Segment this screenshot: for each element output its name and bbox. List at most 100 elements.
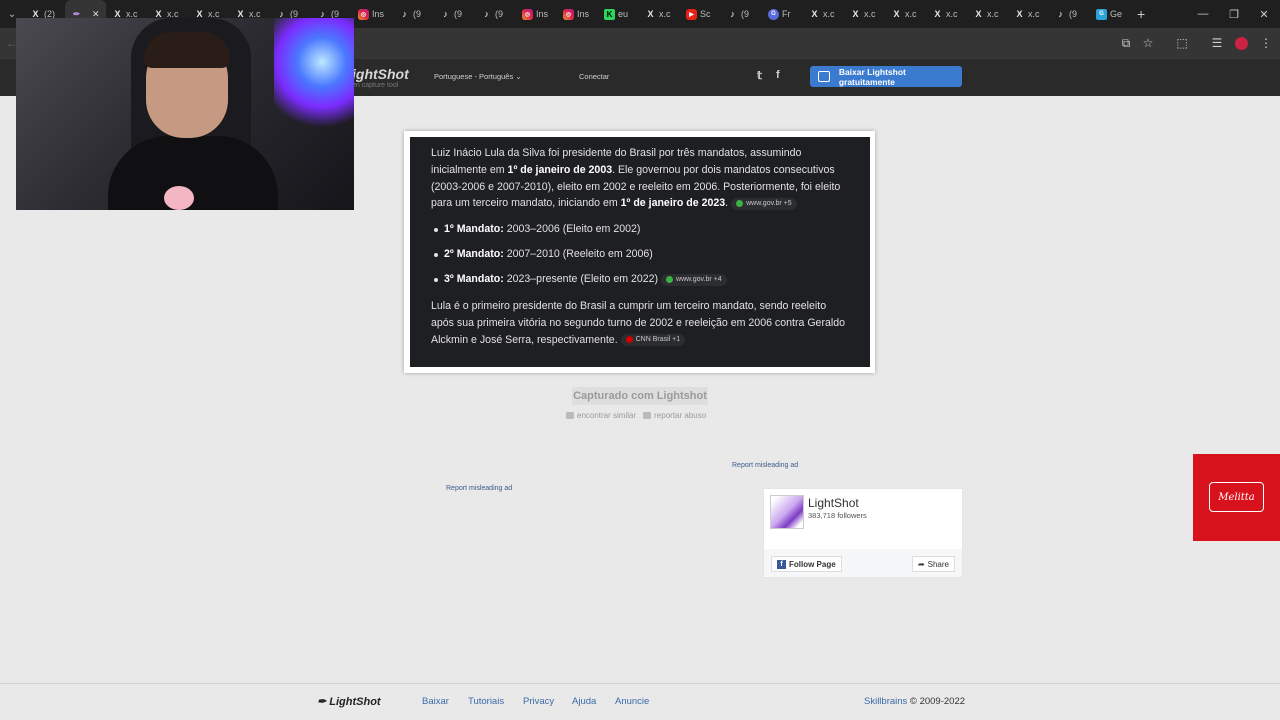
source-chip-label: www.gov.br +5 [746, 199, 792, 207]
report-ad-link[interactable]: Report misleading ad [732, 462, 798, 469]
card-paragraph-1: Luiz Inácio Lula da Silva foi presidente… [431, 145, 850, 212]
footer-logo[interactable]: ✒ LightShot [317, 695, 381, 708]
google-icon: G [768, 8, 779, 20]
follow-page-button[interactable]: f Follow Page [771, 556, 842, 572]
share-button[interactable]: ➦ Share [911, 556, 955, 572]
browser-tab[interactable]: Xx.c [967, 0, 1008, 28]
browser-tab[interactable]: G Ge [1090, 0, 1131, 28]
browser-tab[interactable]: ◎ Ins [557, 0, 598, 28]
footer-divider [0, 683, 1280, 684]
kick-icon: K [604, 8, 615, 20]
browser-tab[interactable]: G Fr [762, 0, 803, 28]
footer-link-anuncie[interactable]: Anuncie [615, 696, 649, 707]
item-bold: 2º Mandato: [444, 248, 504, 261]
lightshot-page-avatar[interactable] [770, 495, 804, 529]
tab-label: (9 [741, 9, 750, 19]
language-select[interactable]: Portuguese - Português ⌄ [434, 72, 522, 81]
image-actions: encontrar similar reportar abuso [566, 411, 706, 420]
source-chip[interactable]: www.gov.br +4 [661, 273, 727, 286]
tab-label: (9 [1069, 9, 1078, 19]
browser-tab[interactable]: Keu [598, 0, 639, 28]
fb-page-name[interactable]: LightShot [808, 496, 859, 510]
chevron-down-icon: ⌄ [515, 72, 522, 81]
footer-link-ajuda[interactable]: Ajuda [572, 696, 596, 707]
browser-tab[interactable]: ♪ (9 [393, 0, 434, 28]
bookmark-star-icon[interactable]: ☆ [1140, 35, 1156, 51]
tab-label: Ins [372, 9, 385, 19]
item-text: 2023–presente (Eleito em 2022) [503, 273, 659, 286]
report-abuse-link[interactable]: reportar abuso [643, 411, 706, 420]
browser-tab[interactable]: ◎ Ins [352, 0, 393, 28]
facebook-icon: f [777, 559, 786, 569]
browser-tab[interactable]: Xx.c [1008, 0, 1049, 28]
browser-tab[interactable]: ♪ (9 [1049, 0, 1090, 28]
tab-label: x.c [659, 9, 671, 19]
source-chip-label: CNN Brasil +1 [635, 335, 681, 343]
browser-tab[interactable]: Xx.c [803, 0, 844, 28]
browser-tab[interactable]: ◎ Ins [516, 0, 557, 28]
report-ad-link[interactable]: Report misleading ad [446, 485, 512, 492]
menu-dots-icon[interactable]: ⋮ [1258, 35, 1274, 51]
footer-link-privacy[interactable]: Privacy [523, 696, 554, 707]
download-icon [818, 71, 830, 82]
facebook-icon[interactable]: f [776, 69, 780, 81]
twitter-icon[interactable]: 𝕥 [757, 69, 762, 82]
screenshot-image: Luiz Inácio Lula da Silva foi presidente… [410, 137, 870, 367]
profile-avatar-icon[interactable] [1235, 37, 1248, 50]
tab-label: Fr [782, 9, 791, 19]
source-chip-label: www.gov.br +4 [676, 275, 722, 283]
download-button[interactable]: Baixar Lightshot gratuitamente [810, 66, 962, 87]
footer-link-baixar[interactable]: Baixar [422, 696, 449, 707]
item-text: 2007–2010 (Reeleito em 2006) [503, 248, 653, 261]
browser-tab[interactable]: ♪ (9 [475, 0, 516, 28]
extensions-icon[interactable]: ⬚ [1174, 35, 1190, 51]
melitta-ad[interactable]: Melitta [1193, 454, 1280, 541]
reading-list-icon[interactable]: ☰ [1209, 35, 1225, 51]
browser-tab[interactable]: Xx.c [926, 0, 967, 28]
connect-link[interactable]: Conectar [579, 72, 609, 81]
new-tab-button[interactable]: + [1137, 6, 1145, 22]
browser-tab[interactable]: Xx.c [844, 0, 885, 28]
close-window-icon[interactable]: ✕ [1248, 0, 1280, 28]
tab-label: x.c [864, 9, 876, 19]
download-label: Baixar Lightshot gratuitamente [838, 66, 906, 87]
tab-label: (9 [413, 9, 422, 19]
gov-icon [736, 200, 744, 208]
list-item: 1º Mandato: 2003–2006 (Eleito em 2002) [431, 221, 850, 238]
footer-link-tutoriais[interactable]: Tutoriais [468, 696, 504, 707]
x-icon: X [893, 9, 900, 19]
item-bold: 3º Mandato: [444, 273, 504, 286]
item-bold: 1º Mandato: [444, 223, 504, 236]
instagram-icon: ◎ [563, 8, 574, 20]
browser-tab[interactable]: Xx.c [639, 0, 680, 28]
tiktok-icon: ♪ [1058, 9, 1063, 19]
neon-light [274, 18, 354, 128]
footer-logo-text: LightShot [329, 696, 381, 708]
maximize-icon[interactable]: ❐ [1218, 0, 1250, 28]
person-hair [144, 32, 230, 68]
minimize-icon[interactable]: — [1187, 0, 1219, 28]
find-similar-link[interactable]: encontrar similar [566, 411, 636, 420]
report-abuse-label: reportar abuso [654, 411, 707, 420]
install-app-icon[interactable]: ⧉ [1118, 35, 1134, 51]
generic-icon: G [1096, 8, 1107, 20]
browser-tab[interactable]: ♪ (9 [434, 0, 475, 28]
tab-label: Ge [1110, 9, 1123, 19]
skillbrains-link[interactable]: Skillbrains [864, 696, 907, 707]
x-icon: X [975, 9, 982, 19]
lightshot-logo[interactable]: ightShot [352, 66, 409, 82]
tab-label: (9 [454, 9, 463, 19]
facebook-page-widget: LightShot 383,718 followers f Follow Page… [763, 488, 963, 578]
fb-actions: f Follow Page ➦ Share [764, 549, 962, 577]
x-icon: X [852, 9, 859, 19]
tab-label: x.c [823, 9, 835, 19]
browser-tab[interactable]: Xx.c [885, 0, 926, 28]
source-chip[interactable]: CNN Brasil +1 [620, 333, 686, 346]
captured-with-lightshot[interactable]: Capturado com Lightshot [572, 387, 708, 405]
source-chip[interactable]: www.gov.br +5 [731, 197, 797, 210]
webcam-overlay [16, 18, 354, 210]
browser-tab[interactable]: ♪ (9 [721, 0, 762, 28]
instagram-icon: ◎ [522, 8, 533, 20]
x-icon: X [647, 9, 654, 19]
browser-tab[interactable]: ▶ Sc [680, 0, 721, 28]
